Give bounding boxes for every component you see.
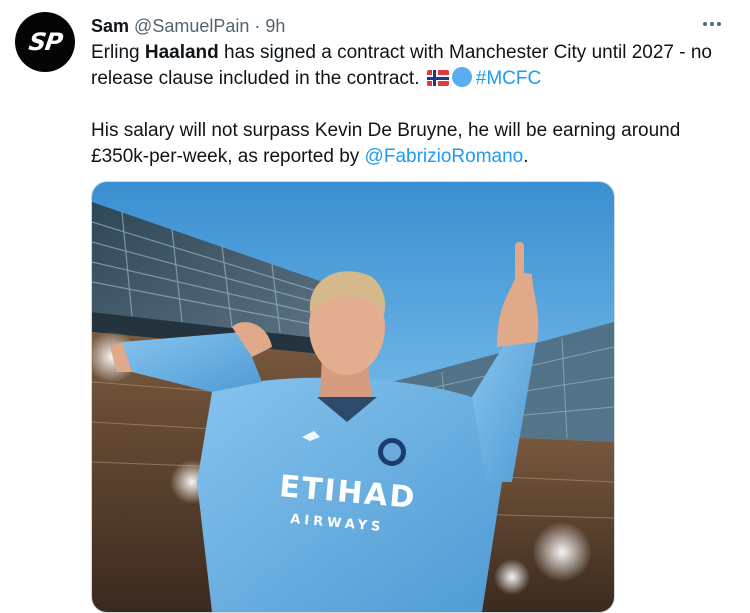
tweet-header: Sam @SamuelPain · 9h [91,14,285,38]
blue-circle-icon [451,67,472,87]
author-handle[interactable]: @SamuelPain [134,16,249,36]
tweet-text: Erling Haaland has signed a contract wit… [91,40,736,170]
tweet-paragraph-2: His salary will not surpass Kevin De Bru… [91,120,681,167]
author-name[interactable]: Sam [91,16,129,36]
norway-flag-icon [426,70,449,86]
more-horizontal-icon [703,22,707,26]
bold-name: Haaland [144,42,219,63]
hashtag-link[interactable]: #MCFC [476,68,541,89]
tweet-paragraph-1: Erling Haaland has signed a contract wit… [91,42,712,89]
mention-link[interactable]: @FabrizioRomano [365,146,524,167]
avatar-logo-text: SP [26,28,64,56]
tweet-media-image[interactable]: ETIHAD AIRWAYS [91,181,615,613]
more-options-button[interactable] [697,14,727,34]
tweet[interactable]: SP Sam @SamuelPain · 9h Erling Haaland h… [0,0,750,613]
header-separator: · [254,16,261,36]
avatar[interactable]: SP [15,12,75,72]
tweet-timestamp[interactable]: 9h [265,16,285,36]
